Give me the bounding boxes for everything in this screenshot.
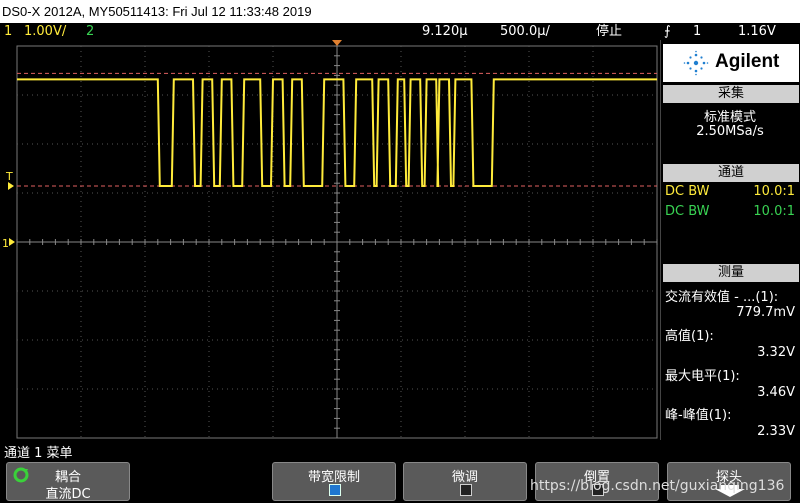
trigger-arrow-icon bbox=[8, 182, 14, 190]
acquire-header: 采集 bbox=[663, 85, 799, 103]
agilent-logo: Agilent bbox=[663, 44, 799, 82]
coupling-value: 直流DC bbox=[45, 487, 91, 502]
trigger-edge-icon: ⨍ bbox=[664, 24, 671, 39]
meas-label: 交流有效值 - ...(1): bbox=[665, 290, 779, 305]
ch1-number[interactable]: 1 bbox=[4, 23, 12, 40]
info-panel: Agilent 采集 标准模式 2.50MSa/s 通道 DC BW 10.0:… bbox=[660, 40, 800, 440]
meas-value: 2.33V bbox=[757, 424, 795, 439]
channel-header: 通道 bbox=[663, 164, 799, 182]
sample-rate: 2.50MSa/s bbox=[696, 124, 764, 139]
ground-arrow-icon bbox=[9, 238, 15, 246]
bw-limit-softkey[interactable]: 带宽限制 bbox=[272, 462, 396, 501]
window-title: DS0-X 2012A, MY50511413: Fri Jul 12 11:3… bbox=[0, 0, 800, 23]
meas-label: 高值(1): bbox=[665, 329, 714, 344]
meas-label: 最大电平(1): bbox=[665, 369, 740, 384]
meas-value: 3.46V bbox=[757, 385, 795, 400]
acquire-mode: 标准模式 bbox=[703, 110, 756, 125]
bw-limit-label: 带宽限制 bbox=[307, 470, 360, 485]
meas-value: 3.32V bbox=[757, 345, 795, 360]
brand-name: Agilent bbox=[715, 51, 780, 72]
watermark-text: https://blog.csdn.net/guxianqing136 bbox=[530, 478, 785, 494]
ch1-scale[interactable]: 1.00V/ bbox=[24, 23, 66, 40]
fine-label: 微调 bbox=[451, 470, 478, 485]
agilent-spark-icon bbox=[683, 50, 709, 76]
fine-checkbox[interactable] bbox=[460, 484, 472, 496]
trigger-position-marker bbox=[332, 40, 342, 46]
meas-value: 779.7mV bbox=[736, 305, 795, 320]
fine-softkey[interactable]: 微调 bbox=[403, 462, 527, 501]
ch1-probe: 10.0:1 bbox=[753, 184, 795, 199]
ch1-ground-marker: 1 bbox=[2, 237, 9, 250]
waveform-display[interactable]: T1 bbox=[0, 40, 660, 440]
bw-limit-checkbox[interactable] bbox=[329, 484, 341, 496]
trigger-source: 1 bbox=[693, 24, 702, 39]
ch2-probe: 10.0:1 bbox=[753, 204, 795, 219]
graticule[interactable]: T1 bbox=[0, 40, 660, 440]
trigger-level[interactable]: 1.16V bbox=[738, 23, 776, 40]
timebase-readout[interactable]: 500.0µ/ bbox=[500, 23, 550, 40]
coupling-softkey[interactable]: 耦合 直流DC bbox=[6, 462, 130, 502]
run-state: 停止 bbox=[596, 24, 623, 39]
measure-header: 测量 bbox=[663, 264, 799, 282]
ch2-number[interactable]: 2 bbox=[86, 23, 94, 40]
delay-readout[interactable]: 9.120µ bbox=[422, 23, 468, 40]
status-bar: 1 1.00V/ 2 9.120µ 500.0µ/ 停止 ⨍ 1 1.16V bbox=[0, 23, 800, 40]
trigger-level-marker: T bbox=[5, 170, 13, 183]
menu-title: 通道 1 菜单 bbox=[4, 446, 73, 461]
meas-label: 峰-峰值(1): bbox=[665, 408, 732, 423]
